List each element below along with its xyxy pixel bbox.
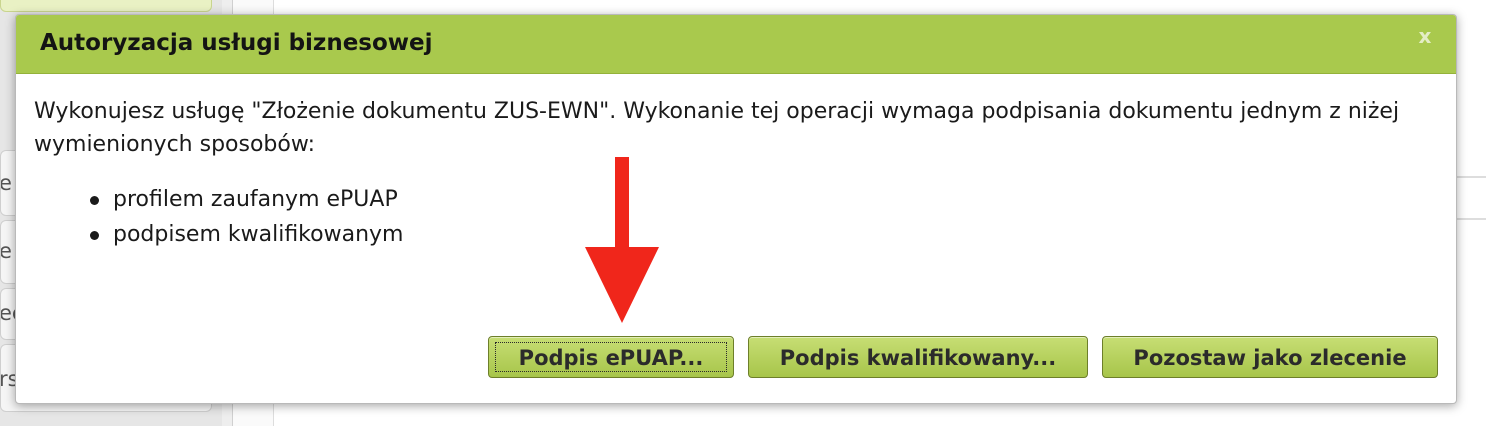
close-icon[interactable]: x xyxy=(1414,25,1436,47)
epuap-sign-button[interactable]: Podpis ePUAP... xyxy=(488,336,734,378)
background-separator xyxy=(1456,218,1486,220)
authorization-dialog: Autoryzacja usługi biznesowej x Wykonuje… xyxy=(15,14,1457,404)
dialog-title: Autoryzacja usługi biznesowej xyxy=(40,30,433,56)
list-item: profilem zaufanym ePUAP xyxy=(90,182,1434,217)
background-active-tab xyxy=(0,0,212,12)
red-arrow-icon xyxy=(585,157,659,323)
list-item: podpisem kwalifikowanym xyxy=(90,217,1434,252)
dialog-message: Wykonujesz usługę "Złożenie dokumentu ZU… xyxy=(34,99,1400,157)
qualified-sign-button[interactable]: Podpis kwalifikowany... xyxy=(748,336,1088,378)
signing-options-list: profilem zaufanym ePUAP podpisem kwalifi… xyxy=(34,182,1434,252)
dialog-body: Wykonujesz usługę "Złożenie dokumentu ZU… xyxy=(34,95,1434,252)
option-label: profilem zaufanym ePUAP xyxy=(113,187,398,212)
option-label: podpisem kwalifikowanym xyxy=(113,222,404,247)
dialog-header: Autoryzacja usługi biznesowej x xyxy=(16,15,1456,74)
background-separator xyxy=(1456,176,1486,178)
bullet-icon xyxy=(90,196,99,205)
leave-as-order-button[interactable]: Pozostaw jako zlecenie xyxy=(1102,336,1438,378)
bullet-icon xyxy=(90,231,99,240)
